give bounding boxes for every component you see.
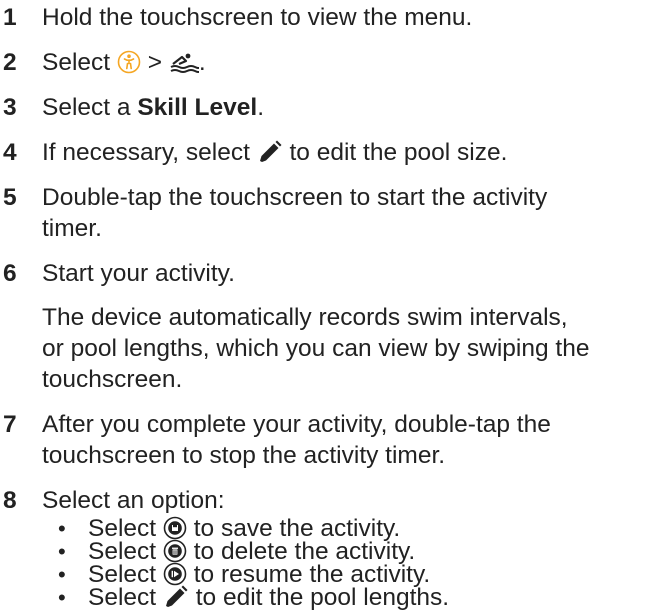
pencil-edit-icon xyxy=(165,585,188,607)
step-number: 1 xyxy=(3,4,17,31)
step-6-note-line: The device automatically records swim in… xyxy=(42,304,568,331)
option-text: Select to edit the pool lengths. xyxy=(88,584,450,611)
step-number: 4 xyxy=(3,139,17,166)
step-text: If necessary, select to edit the pool si… xyxy=(42,139,508,166)
step-number: 7 xyxy=(3,411,17,438)
resume-play-icon xyxy=(163,562,187,586)
step-text: Hold the touchscreen to view the menu. xyxy=(42,4,473,31)
step-number: 5 xyxy=(3,184,17,211)
step-number: 2 xyxy=(3,49,17,76)
instruction-document: 1 Hold the touchscreen to view the menu.… xyxy=(0,0,662,611)
activity-person-icon xyxy=(117,50,141,74)
step-text: Select a Skill Level. xyxy=(42,94,265,121)
step-number: 8 xyxy=(3,487,17,514)
save-icon xyxy=(163,516,187,540)
step-6-note-line: or pool lengths, which you can view by s… xyxy=(42,335,590,362)
step-text-line-1: After you complete your activity, double… xyxy=(42,411,551,438)
delete-icon xyxy=(163,539,187,563)
step-text: Start your activity. xyxy=(42,260,235,287)
skill-level-term: Skill Level xyxy=(137,94,258,121)
step-5-continuation: timer. xyxy=(42,215,102,242)
step-text: Select > . xyxy=(42,49,206,76)
bullet: • xyxy=(58,585,66,610)
step-text-line-1: Double-tap the touchscreen to start the … xyxy=(42,184,548,211)
step-number: 6 xyxy=(3,260,17,287)
step-6-note-line: touchscreen. xyxy=(42,366,183,393)
step-text: Select an option: xyxy=(42,487,225,514)
pencil-edit-icon xyxy=(259,140,282,162)
step-number: 3 xyxy=(3,94,17,121)
step-7-continuation: touchscreen to stop the activity timer. xyxy=(42,442,446,469)
pool-swim-icon xyxy=(170,53,199,73)
